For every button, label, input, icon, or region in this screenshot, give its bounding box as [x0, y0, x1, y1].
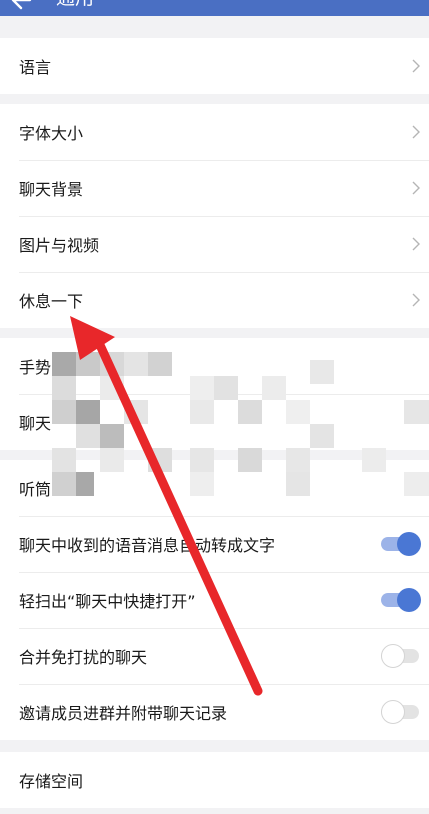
page-title: 通用 — [56, 0, 94, 10]
settings-item-label: 手势 — [19, 358, 52, 377]
settings-item-merge-muted-chats: 合并免打扰的聊天 — [0, 628, 429, 684]
settings-item-label: 休息一下 — [19, 292, 84, 311]
settings-item-voice-to-text: 聊天中收到的语音消息自动转成文字 — [0, 516, 429, 572]
settings-item-label: 轻扫出“聊天中快捷打开” — [19, 592, 196, 611]
chevron-right-icon — [412, 59, 420, 73]
settings-item-label: 聊天 — [19, 414, 52, 433]
settings-item-label: 邀请成员进群并附带聊天记录 — [19, 704, 228, 723]
invite-with-history-toggle[interactable] — [381, 700, 421, 724]
settings-group-storage: 存储空间 — [0, 752, 429, 808]
app-header: 通用 — [0, 0, 429, 16]
settings-item-photos-videos[interactable]: 图片与视频 — [0, 216, 429, 272]
settings-item-swipe-quick-open: 轻扫出“聊天中快捷打开” — [0, 572, 429, 628]
voice-to-text-toggle[interactable] — [381, 532, 421, 556]
settings-item-label: 字体大小 — [19, 124, 84, 143]
merge-muted-chats-toggle[interactable] — [381, 644, 421, 668]
settings-item-label: 图片与视频 — [19, 236, 100, 255]
chevron-right-icon — [412, 237, 420, 251]
settings-item-label: 聊天中收到的语音消息自动转成文字 — [19, 536, 276, 555]
chevron-right-icon — [412, 125, 420, 139]
settings-item-label: 语言 — [19, 58, 52, 77]
settings-group-display: 字体大小 聊天背景 图片与视频 休息一下 — [0, 104, 429, 328]
chevron-right-icon — [412, 293, 420, 307]
settings-item-font-size[interactable]: 字体大小 — [0, 104, 429, 160]
settings-item-take-a-break[interactable]: 休息一下 — [0, 272, 429, 328]
settings-group-language: 语言 — [0, 38, 429, 94]
settings-item-language[interactable]: 语言 — [0, 38, 429, 94]
settings-item-storage[interactable]: 存储空间 — [0, 752, 429, 808]
settings-item-chat-option[interactable]: 聊天 — [0, 394, 429, 450]
chevron-right-icon — [412, 181, 420, 195]
settings-group-voice: 听筒 聊天中收到的语音消息自动转成文字 轻扫出“聊天中快捷打开” 合并免打扰的聊… — [0, 460, 429, 740]
settings-item-invite-with-history: 邀请成员进群并附带聊天记录 — [0, 684, 429, 740]
settings-item-earpiece[interactable]: 听筒 — [0, 460, 429, 516]
settings-item-label: 听筒 — [19, 480, 52, 499]
swipe-quick-open-toggle[interactable] — [381, 588, 421, 612]
settings-item-gestures[interactable]: 手势 — [0, 338, 429, 394]
settings-item-label: 存储空间 — [19, 772, 84, 791]
settings-item-chat-background[interactable]: 聊天背景 — [0, 160, 429, 216]
settings-item-label: 合并免打扰的聊天 — [19, 648, 148, 667]
settings-group-gestures: 手势 聊天 — [0, 338, 429, 450]
arrow-left-icon[interactable] — [10, 0, 32, 12]
settings-item-label: 聊天背景 — [19, 180, 84, 199]
